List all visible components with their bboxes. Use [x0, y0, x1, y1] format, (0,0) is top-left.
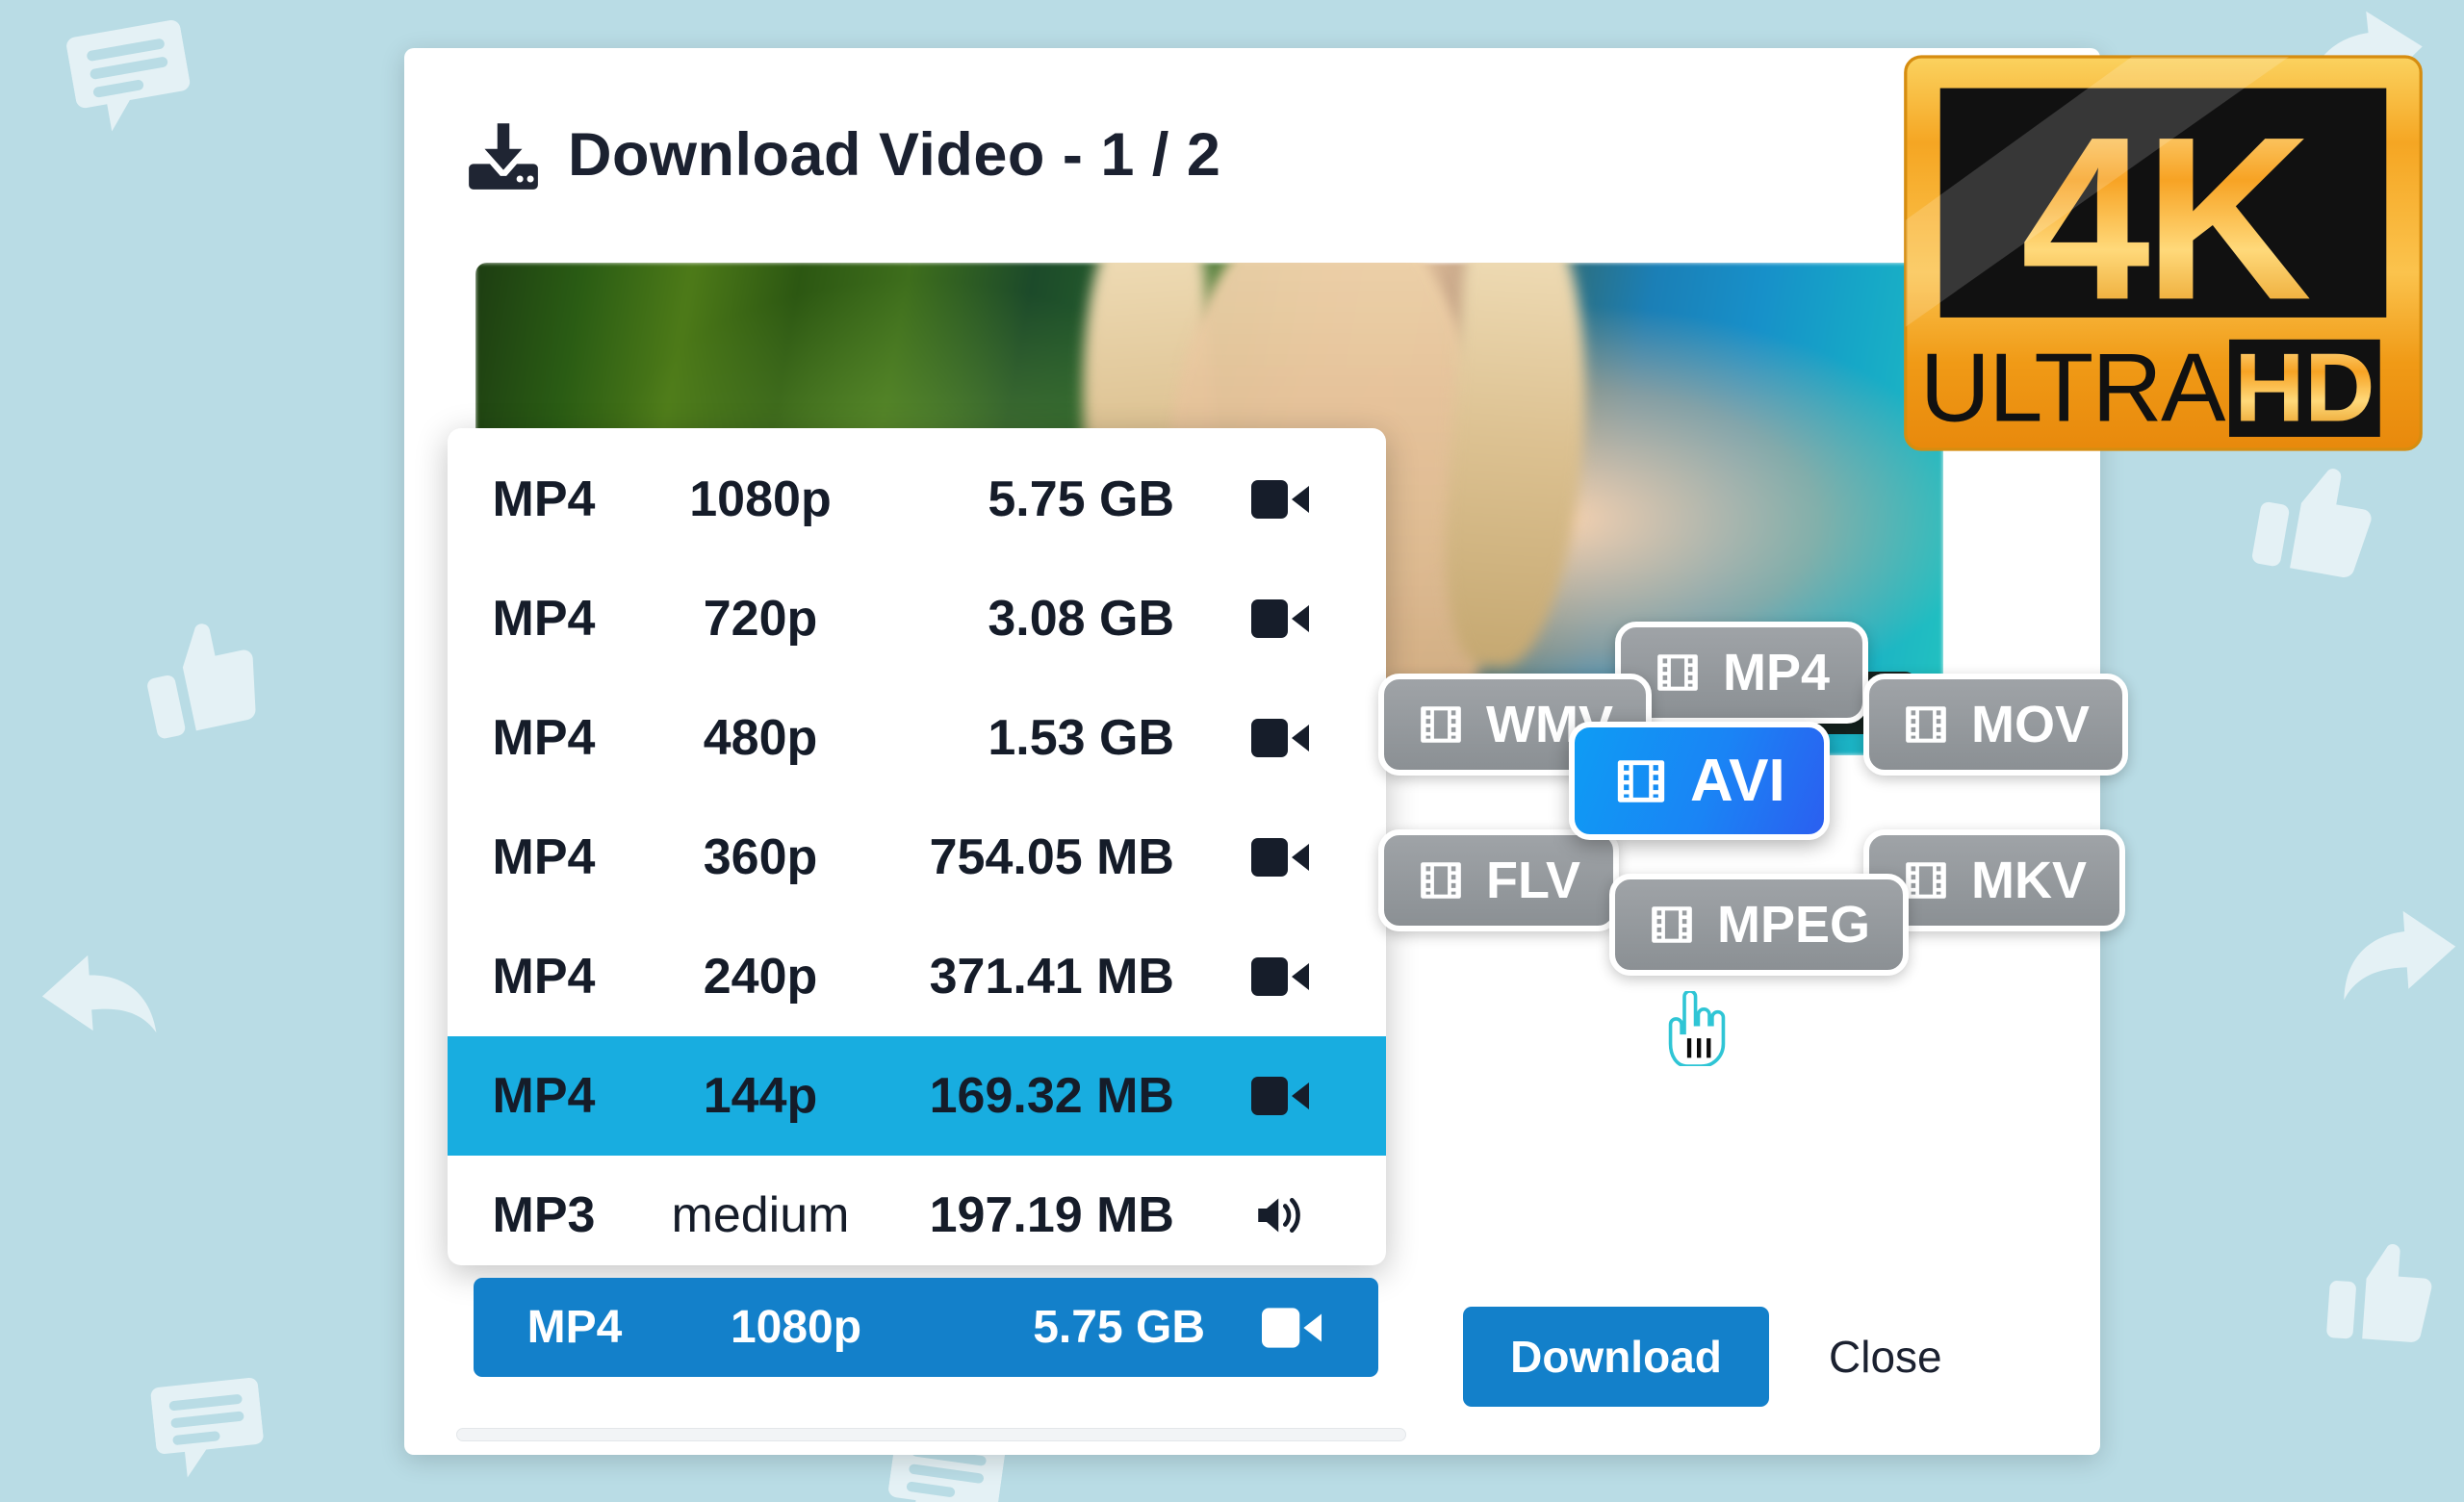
- option-quality: 144p: [703, 1068, 818, 1124]
- option-quality: 720p: [703, 591, 818, 647]
- format-chip-mpeg[interactable]: MPEG: [1609, 874, 1910, 976]
- video-camera-icon: [1251, 598, 1309, 639]
- option-quality: 240p: [703, 949, 818, 1005]
- option-format: MP4: [492, 1068, 596, 1124]
- option-size: 5.75 GB: [988, 471, 1174, 527]
- option-quality: 480p: [703, 710, 818, 766]
- dialog-header: Download Video - 1 / 2: [466, 117, 1220, 192]
- close-button[interactable]: Close: [1819, 1307, 1952, 1407]
- video-camera-icon: [1251, 956, 1309, 997]
- format-chip-label: MPEG: [1717, 896, 1871, 954]
- dropdown-option-mp4-720p[interactable]: MP4 720p 3.08 GB: [448, 559, 1386, 678]
- option-type-icon: [1174, 1195, 1386, 1235]
- download-icon: [466, 117, 541, 192]
- svg-text:ULTRA: ULTRA: [1920, 334, 2226, 443]
- video-camera-icon: [1262, 1307, 1322, 1348]
- video-camera-icon: [1251, 837, 1309, 878]
- horizontal-scrollbar[interactable]: [456, 1428, 1406, 1441]
- selected-quality: 1080p: [730, 1302, 862, 1353]
- decoration-comment-icon-bottom-left: [149, 1370, 267, 1478]
- format-chip-label: MOV: [1971, 696, 2091, 753]
- film-strip-icon: [1902, 856, 1950, 904]
- decoration-thumbs-up-icon-left: [134, 610, 269, 745]
- selected-size: 5.75 GB: [1033, 1302, 1205, 1353]
- option-size: 3.08 GB: [988, 591, 1174, 647]
- option-format: MP4: [492, 591, 596, 647]
- option-quality: medium: [671, 1187, 850, 1243]
- format-chip-label: FLV: [1486, 852, 1580, 909]
- video-camera-icon: [1251, 718, 1309, 758]
- video-camera-icon: [1251, 479, 1309, 520]
- film-strip-icon: [1417, 700, 1465, 749]
- dropdown-option-mp4-360p[interactable]: MP4 360p 754.05 MB: [448, 798, 1386, 917]
- film-strip-icon: [1654, 649, 1702, 697]
- option-format: MP4: [492, 710, 596, 766]
- format-chip-mp4[interactable]: MP4: [1615, 622, 1869, 724]
- dropdown-option-mp4-144p[interactable]: MP4 144p 169.32 MB: [448, 1036, 1386, 1156]
- video-camera-icon: [1251, 1076, 1309, 1116]
- option-format: MP4: [492, 949, 596, 1005]
- decoration-share-icon-left: [38, 949, 159, 1049]
- option-format: MP4: [492, 471, 596, 527]
- option-size: 754.05 MB: [929, 829, 1174, 885]
- film-strip-icon: [1648, 901, 1696, 949]
- selected-format: MP4: [526, 1302, 623, 1353]
- option-type-icon: [1174, 956, 1386, 997]
- format-chip-label: AVI: [1690, 748, 1785, 814]
- dropdown-option-mp3-medium[interactable]: MP3 medium 197.19 MB: [448, 1156, 1386, 1265]
- dropdown-option-mp4-480p[interactable]: MP4 480p 1.53 GB: [448, 678, 1386, 798]
- dropdown-option-mp4-1080p[interactable]: MP4 1080p 5.75 GB: [448, 440, 1386, 559]
- option-type-icon: [1174, 598, 1386, 639]
- film-strip-icon: [1902, 700, 1950, 749]
- option-size: 169.32 MB: [929, 1068, 1174, 1124]
- format-chip-label: MP4: [1723, 644, 1831, 701]
- option-format: MP3: [492, 1187, 596, 1243]
- format-chip-mov[interactable]: MOV: [1863, 674, 2129, 776]
- option-size: 371.41 MB: [929, 949, 1174, 1005]
- selected-type-icon: [1205, 1307, 1378, 1348]
- quality-dropdown-menu[interactable]: MP4 1080p 5.75 GB MP4 720p 3.08 GB MP4 4…: [448, 428, 1386, 1265]
- decoration-thumbs-up-icon-right: [2247, 452, 2381, 586]
- decoration-thumbs-up-icon-bottom-right: [2323, 1235, 2436, 1348]
- option-type-icon: [1174, 1076, 1386, 1116]
- option-size: 1.53 GB: [988, 710, 1174, 766]
- 4k-ultra-hd-badge: 4K ULTRA HD: [1896, 46, 2430, 460]
- format-chip-avi[interactable]: AVI: [1569, 722, 1830, 840]
- page-title: Download Video - 1 / 2: [568, 121, 1221, 189]
- decoration-comment-icon-top-left: [64, 12, 195, 136]
- dropdown-option-mp4-240p[interactable]: MP4 240p 371.41 MB: [448, 917, 1386, 1036]
- option-quality: 1080p: [689, 471, 832, 527]
- format-chip-label: MKV: [1971, 852, 2087, 909]
- download-button[interactable]: Download: [1463, 1307, 1769, 1407]
- option-size: 197.19 MB: [929, 1187, 1174, 1243]
- selected-quality-button[interactable]: MP4 1080p 5.75 GB: [474, 1278, 1378, 1377]
- film-strip-icon: [1613, 753, 1669, 809]
- option-format: MP4: [492, 829, 596, 885]
- film-strip-icon: [1417, 856, 1465, 904]
- option-type-icon: [1174, 837, 1386, 878]
- decoration-share-icon-bottom-right: [2336, 905, 2461, 1006]
- option-type-icon: [1174, 718, 1386, 758]
- option-type-icon: [1174, 479, 1386, 520]
- format-chip-flv[interactable]: FLV: [1378, 829, 1619, 931]
- speaker-icon: [1251, 1195, 1309, 1235]
- svg-text:HD: HD: [2234, 334, 2374, 443]
- option-quality: 360p: [703, 829, 818, 885]
